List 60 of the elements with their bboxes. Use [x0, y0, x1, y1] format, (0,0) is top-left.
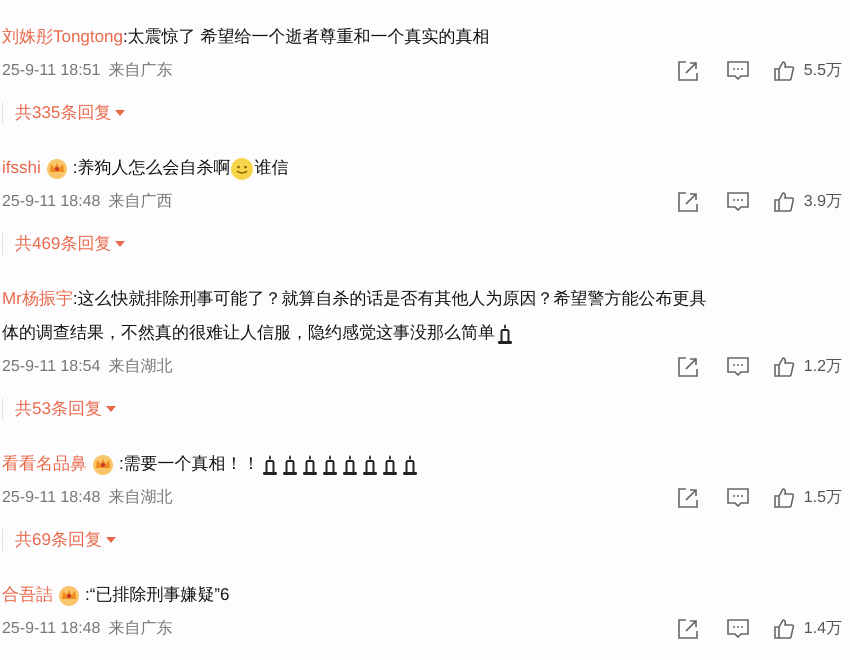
comment-time: 25-9-11 18:48	[2, 619, 100, 639]
comment-icon[interactable]	[726, 617, 750, 641]
smile-emoji-icon	[230, 156, 254, 181]
candle-icon	[300, 452, 319, 477]
user-name[interactable]: ifsshi	[2, 158, 41, 177]
candle-icon	[400, 452, 419, 477]
comment-time: 25-9-11 18:51	[2, 61, 100, 81]
comment-icon[interactable]	[726, 355, 750, 379]
candle-icon	[260, 452, 279, 477]
like-icon[interactable]	[772, 617, 796, 641]
replies-link[interactable]: 共69条回复	[15, 527, 116, 553]
user-name[interactable]: 刘姝彤Tongtong	[2, 27, 123, 46]
share-icon[interactable]	[676, 486, 700, 510]
comment-text: :这么快就排除刑事可能了？就算自杀的话是否有其他人为原因？希望警方能公布更具	[72, 289, 707, 308]
candle-icon	[280, 452, 299, 477]
like-count: 1.5万	[804, 488, 842, 508]
share-icon[interactable]	[676, 617, 700, 641]
like-count: 1.2万	[804, 357, 842, 377]
user-name[interactable]: 合吾詰	[2, 585, 53, 604]
user-name[interactable]: Mr杨振宇	[2, 289, 73, 308]
share-icon[interactable]	[676, 190, 700, 214]
replies-link[interactable]: 共53条回复	[15, 396, 116, 422]
comment-location: 来自广东	[108, 618, 172, 639]
candle-icon	[380, 452, 399, 477]
like-icon[interactable]	[772, 190, 796, 214]
comment-icon[interactable]	[726, 486, 750, 510]
candle-icon	[360, 452, 379, 477]
replies-link[interactable]: 共469条回复	[15, 231, 126, 257]
like-count: 1.4万	[804, 619, 842, 639]
comment-text: :太震惊了 希望给一个逝者尊重和一个真实的真相	[122, 27, 490, 46]
comment-icon[interactable]	[726, 190, 750, 214]
candle-icon	[320, 452, 339, 477]
share-icon[interactable]	[676, 59, 700, 83]
comment-text: :需要一个真相！！	[119, 454, 260, 473]
like-icon[interactable]	[772, 59, 796, 83]
like-icon[interactable]	[772, 355, 796, 379]
candle-icon	[340, 452, 359, 477]
replies-link[interactable]: 共335条回复	[15, 100, 126, 126]
comment-location: 来自广西	[108, 192, 172, 212]
user-name[interactable]: 看看名品鼻	[2, 454, 87, 473]
like-count: 5.5万	[804, 61, 842, 81]
comment-text: :“已排除刑事嫌疑”6	[85, 585, 230, 604]
caret-icon	[115, 241, 126, 247]
comment-icon[interactable]	[726, 59, 750, 83]
like-count: 3.9万	[804, 192, 842, 212]
comment-text: :养狗人怎么会自杀啊	[72, 158, 230, 177]
comment-time: 25-9-11 18:48	[2, 192, 100, 212]
caret-icon	[115, 110, 126, 116]
comment-location: 来自广东	[108, 60, 172, 81]
comment-time: 25-9-11 18:54	[2, 357, 100, 377]
like-icon[interactable]	[772, 486, 796, 510]
comment-text: 体的调查结果，不然真的很难让人信服，隐约感觉这事没那么简单	[2, 323, 495, 342]
caret-icon	[106, 406, 116, 412]
comment-location: 来自湖北	[108, 356, 172, 377]
caret-icon	[106, 537, 116, 543]
share-icon[interactable]	[676, 355, 700, 379]
candle-icon	[496, 322, 514, 346]
comment-time: 25-9-11 18:48	[2, 488, 100, 508]
comment-text: 谁信	[254, 158, 288, 177]
comment-location: 来自湖北	[108, 488, 172, 508]
